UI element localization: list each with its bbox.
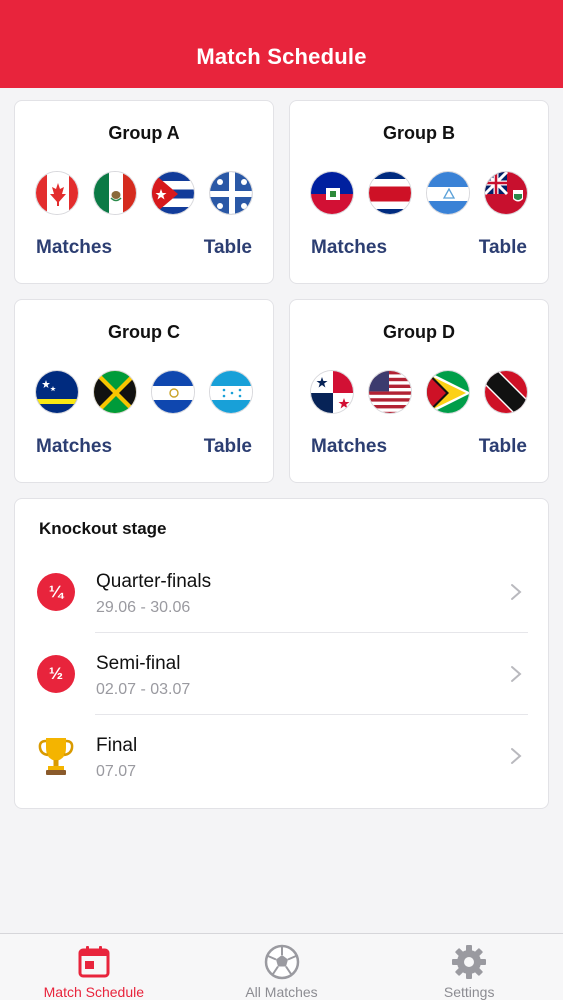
groups-grid: Group A Matches Table Group B Matches Ta…	[14, 100, 549, 483]
group-links: Matches Table	[311, 237, 527, 259]
knockout-title: Knockout stage	[39, 519, 167, 538]
quarter-finals-row[interactable]: ¼ Quarter-finals 29.06 - 30.06	[15, 551, 548, 633]
tab-label: Match Schedule	[43, 984, 145, 1000]
knockout-card: Knockout stage ¼ Quarter-finals 29.06 - …	[14, 498, 549, 809]
group-flags	[35, 370, 253, 414]
canada-flag-icon	[35, 171, 79, 215]
group-card-d: Group D Matches Table	[289, 299, 549, 483]
cuba-flag-icon	[151, 171, 195, 215]
honduras-flag-icon	[209, 370, 253, 414]
trophy-icon	[38, 738, 74, 775]
quarter-badge-icon: ¼	[37, 573, 75, 611]
table-link[interactable]: Table	[479, 237, 527, 259]
curacao-flag-icon	[35, 370, 79, 414]
soccer-ball-icon	[264, 944, 299, 980]
group-card-a: Group A Matches Table	[14, 100, 274, 284]
martinique-flag-icon	[209, 171, 253, 215]
jamaica-flag-icon	[93, 370, 137, 414]
costa-rica-flag-icon	[368, 171, 412, 215]
round-dates: 07.07	[96, 763, 137, 780]
group-title: Group C	[108, 322, 180, 342]
trinidad-tobago-flag-icon	[484, 370, 528, 414]
round-dates: 02.07 - 03.07	[96, 681, 191, 698]
haiti-flag-icon	[310, 171, 354, 215]
chevron-right-icon	[511, 584, 522, 600]
group-card-c: Group C Matches Table	[14, 299, 274, 483]
chevron-right-icon	[511, 748, 522, 764]
group-flags	[310, 171, 528, 215]
round-name: Quarter-finals	[96, 571, 212, 592]
round-name: Final	[96, 735, 138, 756]
el-salvador-flag-icon	[151, 370, 195, 414]
panama-flag-icon	[310, 370, 354, 414]
group-flags	[310, 370, 528, 414]
chevron-right-icon	[511, 666, 522, 682]
mexico-flag-icon	[93, 171, 137, 215]
table-link[interactable]: Table	[204, 237, 252, 259]
group-flags	[35, 171, 253, 215]
table-link[interactable]: Table	[479, 436, 527, 458]
group-links: Matches Table	[311, 436, 527, 458]
bermuda-flag-icon	[484, 171, 528, 215]
final-row[interactable]: Final 07.07	[15, 715, 548, 797]
tab-all-matches[interactable]: All Matches	[188, 934, 376, 1000]
matches-link[interactable]: Matches	[311, 436, 387, 458]
matches-link[interactable]: Matches	[36, 237, 112, 259]
tab-match-schedule[interactable]: Match Schedule	[0, 934, 188, 1000]
tab-label: Settings	[443, 984, 495, 1000]
tab-bar: Match Schedule All Matches Settings	[0, 933, 563, 1000]
group-links: Matches Table	[36, 436, 252, 458]
gear-icon	[452, 945, 487, 979]
semi-final-row[interactable]: ½ Semi-final 02.07 - 03.07	[15, 633, 548, 715]
matches-link[interactable]: Matches	[36, 436, 112, 458]
table-link[interactable]: Table	[204, 436, 252, 458]
page-title: Match Schedule	[196, 44, 367, 69]
usa-flag-icon	[368, 370, 412, 414]
group-links: Matches Table	[36, 237, 252, 259]
half-badge-icon: ½	[37, 655, 75, 693]
matches-link[interactable]: Matches	[311, 237, 387, 259]
group-title: Group A	[108, 123, 180, 143]
round-name: Semi-final	[96, 653, 181, 674]
group-title: Group B	[383, 123, 455, 143]
guyana-flag-icon	[426, 370, 470, 414]
app-header: Match Schedule	[0, 0, 563, 88]
tab-label: All Matches	[245, 984, 318, 1000]
tab-settings[interactable]: Settings	[375, 934, 563, 1000]
round-dates: 29.06 - 30.06	[96, 599, 191, 616]
group-title: Group D	[383, 322, 455, 342]
calendar-icon	[78, 946, 110, 978]
group-card-b: Group B Matches Table	[289, 100, 549, 284]
nicaragua-flag-icon	[426, 171, 470, 215]
